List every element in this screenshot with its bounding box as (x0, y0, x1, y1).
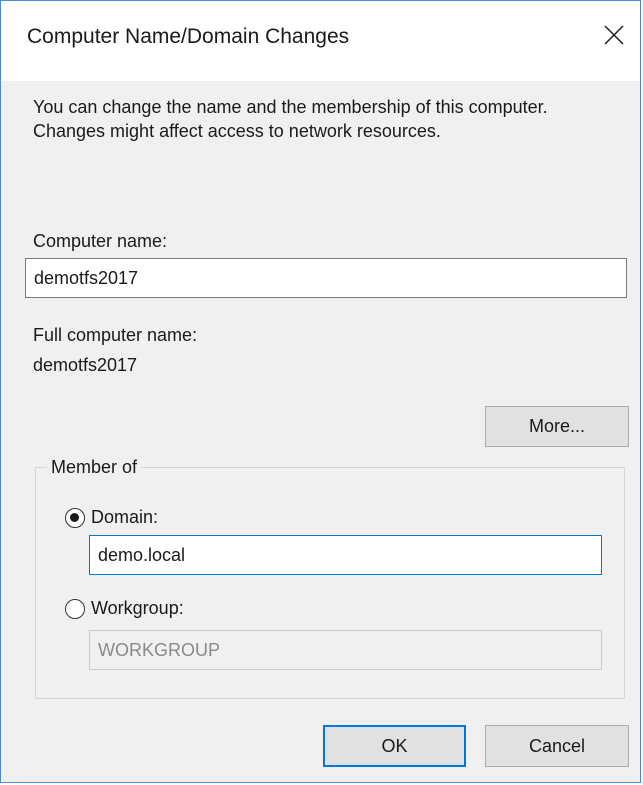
domain-radio-button[interactable] (65, 507, 85, 528)
close-icon (604, 25, 624, 45)
dialog-title: Computer Name/Domain Changes (27, 25, 350, 48)
workgroup-radio-option[interactable]: Workgroup: (65, 598, 184, 619)
workgroup-input (89, 630, 602, 670)
more-button[interactable]: More... (485, 406, 629, 447)
workgroup-radio-button[interactable] (65, 598, 85, 619)
computer-name-input[interactable] (25, 258, 627, 298)
ok-button[interactable]: OK (323, 725, 466, 767)
domain-radio-option[interactable]: Domain: (65, 507, 158, 528)
dialog-window: Computer Name/Domain Changes You can cha… (0, 0, 641, 783)
computer-name-label: Computer name: (33, 231, 168, 251)
domain-input[interactable] (89, 535, 602, 575)
description-text: You can change the name and the membersh… (33, 97, 548, 141)
cancel-button[interactable]: Cancel (485, 725, 629, 767)
full-computer-name-value: demotfs2017 (33, 355, 138, 375)
member-of-legend: Member of (47, 457, 142, 478)
title-bar: Computer Name/Domain Changes (1, 1, 640, 81)
full-computer-name-label: Full computer name: (33, 325, 198, 345)
domain-radio-label: Domain: (91, 507, 159, 527)
workgroup-radio-label: Workgroup: (91, 598, 184, 618)
close-button[interactable] (594, 15, 634, 55)
